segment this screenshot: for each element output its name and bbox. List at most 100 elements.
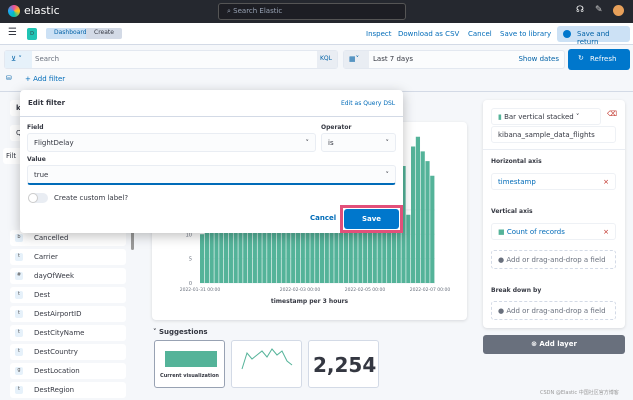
bar — [430, 175, 435, 283]
date-picker[interactable]: ▦˅ Last 7 days Show dates — [343, 50, 565, 69]
bar — [411, 146, 416, 283]
save-button[interactable]: Save — [344, 209, 399, 229]
field-name: DestCityName — [34, 329, 85, 337]
suggestion-line[interactable] — [231, 340, 302, 388]
field-item[interactable]: t DestCountry — [10, 344, 126, 360]
save-and-return-button[interactable]: Save and return — [557, 26, 630, 46]
news-icon[interactable]: ✎ — [595, 5, 603, 15]
x-axis-label: timestamp per 3 hours — [270, 298, 349, 305]
add-breakdown-field[interactable]: ● Add or drag-and-drop a field — [491, 301, 616, 320]
kql-button[interactable]: KQL — [317, 51, 337, 68]
suggestions-label: Suggestions — [158, 328, 208, 336]
line-thumbnail — [241, 348, 293, 370]
v-field-label: Count of records — [506, 228, 565, 236]
value-input[interactable]: true ˅ — [27, 165, 396, 185]
app-header: ☰ D Dashboard Create Inspect Download as… — [0, 23, 633, 46]
add-field-label: Add or drag-and-drop a field — [506, 256, 606, 264]
suggestions-title[interactable]: ˅ Suggestions — [153, 328, 208, 336]
remove-icon[interactable]: × — [603, 228, 609, 236]
field-name: Dest — [34, 291, 51, 299]
query-bar: ⊻ ˅ Search KQL — [4, 50, 338, 69]
h-field-label: timestamp — [498, 178, 536, 186]
suggestion-metric[interactable]: 2,254 — [308, 340, 379, 388]
field-type-icon: # — [15, 272, 23, 280]
help-icon[interactable]: ☊ — [576, 5, 584, 15]
show-dates-link[interactable]: Show dates — [518, 55, 559, 63]
field-item[interactable]: t Carrier — [10, 249, 126, 265]
x-tick-label: 2022-02-05 00:00 — [345, 287, 386, 293]
delete-layer-icon[interactable]: ⌫ — [607, 110, 617, 118]
field-name: DestLocation — [34, 367, 80, 375]
field-item[interactable]: g DestLocation — [10, 363, 126, 379]
remove-icon[interactable]: × — [603, 178, 609, 186]
chart-type-label: Bar vertical stacked — [504, 113, 574, 121]
index-select[interactable]: kibana_sample_data_flights — [491, 126, 616, 143]
operator-value: is — [328, 139, 334, 147]
x-tick-label: 2022-01-31 00:00 — [180, 287, 221, 293]
field-value: FlightDelay — [34, 139, 74, 147]
saved-query-icon[interactable]: ⊻ ˅ — [5, 51, 32, 68]
field-type-icon: t — [15, 291, 23, 299]
global-search-input[interactable]: ⌕ Search Elastic — [218, 3, 406, 20]
filter-menu-icon[interactable]: ⛁ — [6, 74, 12, 82]
add-field-label: Add or drag-and-drop a field — [506, 307, 606, 315]
space-badge[interactable]: D — [27, 28, 37, 40]
refresh-icon: ↻ — [578, 54, 584, 62]
field-item[interactable]: t DestAirportID — [10, 306, 126, 322]
field-type-icon: t — [15, 310, 23, 318]
calendar-icon[interactable]: ▦˅ — [344, 51, 369, 68]
bar — [200, 234, 205, 283]
bar — [406, 214, 411, 283]
operator-select[interactable]: is ˅ — [321, 133, 396, 152]
field-item[interactable]: t Dest — [10, 287, 126, 303]
field-type-icon: t — [15, 253, 23, 261]
current-bar-thumbnail — [165, 351, 217, 367]
add-layer-button[interactable]: ⊗ Add layer — [483, 335, 625, 354]
save-library-link[interactable]: Save to library — [500, 30, 551, 38]
x-tick-label: 2022-02-03 00:00 — [280, 287, 321, 293]
suggestion-current[interactable]: Current visualization — [154, 340, 225, 388]
menu-icon[interactable]: ☰ — [8, 27, 17, 38]
breadcrumb-create: Create — [86, 28, 122, 39]
edit-dsl-link[interactable]: Edit as Query DSL — [341, 100, 395, 107]
date-range[interactable]: Last 7 days — [373, 55, 413, 63]
operator-label: Operator — [321, 124, 352, 131]
field-name: dayOfWeek — [34, 272, 75, 280]
field-name: DestAirportID — [34, 310, 82, 318]
avatar[interactable] — [613, 5, 624, 16]
custom-label-toggle[interactable] — [28, 193, 48, 203]
horizontal-axis-label: Horizontal axis — [491, 158, 542, 165]
elastic-logo[interactable]: elastic — [8, 4, 60, 17]
vertical-field[interactable]: ■ Count of records × — [491, 223, 616, 240]
layer-panel: ▮ Bar vertical stacked ˅ ⌫ kibana_sample… — [483, 100, 625, 328]
query-input[interactable]: Search — [35, 55, 59, 63]
save-return-label: Save and return — [577, 30, 610, 46]
add-layer-label: Add layer — [539, 340, 577, 348]
field-item[interactable]: t DestRegion — [10, 382, 126, 398]
add-vertical-field[interactable]: ● Add or drag-and-drop a field — [491, 250, 616, 269]
field-name: Carrier — [34, 253, 58, 261]
watermark: CSDN @Elastic 中国社区官方博客 — [540, 390, 619, 396]
cancel-link[interactable]: Cancel — [468, 30, 492, 38]
chart-type-select[interactable]: ▮ Bar vertical stacked ˅ — [491, 108, 601, 125]
field-type-icon: t — [15, 386, 23, 394]
field-item[interactable]: t DestCityName — [10, 325, 126, 341]
field-label: Field — [27, 124, 44, 131]
inspect-link[interactable]: Inspect — [366, 30, 392, 38]
horizontal-field[interactable]: timestamp × — [491, 173, 616, 190]
popover-title: Edit filter — [28, 99, 66, 107]
field-type-icon: g — [15, 367, 23, 375]
refresh-button[interactable]: ↻ Refresh — [568, 49, 630, 70]
field-select[interactable]: FlightDelay ˅ — [27, 133, 316, 152]
y-tick-label: 10 — [186, 232, 192, 238]
cancel-button[interactable]: Cancel — [310, 214, 336, 222]
field-item[interactable]: # dayOfWeek — [10, 268, 126, 284]
bar — [420, 151, 425, 283]
add-filter-button[interactable]: + Add filter — [25, 75, 65, 83]
download-csv-link[interactable]: Download as CSV — [398, 30, 459, 38]
field-name: Cancelled — [34, 234, 69, 242]
refresh-label: Refresh — [590, 55, 617, 63]
field-name: DestCountry — [34, 348, 78, 356]
y-tick-label: 5 — [189, 257, 192, 263]
chevron-down-icon: ˅ — [385, 171, 390, 179]
